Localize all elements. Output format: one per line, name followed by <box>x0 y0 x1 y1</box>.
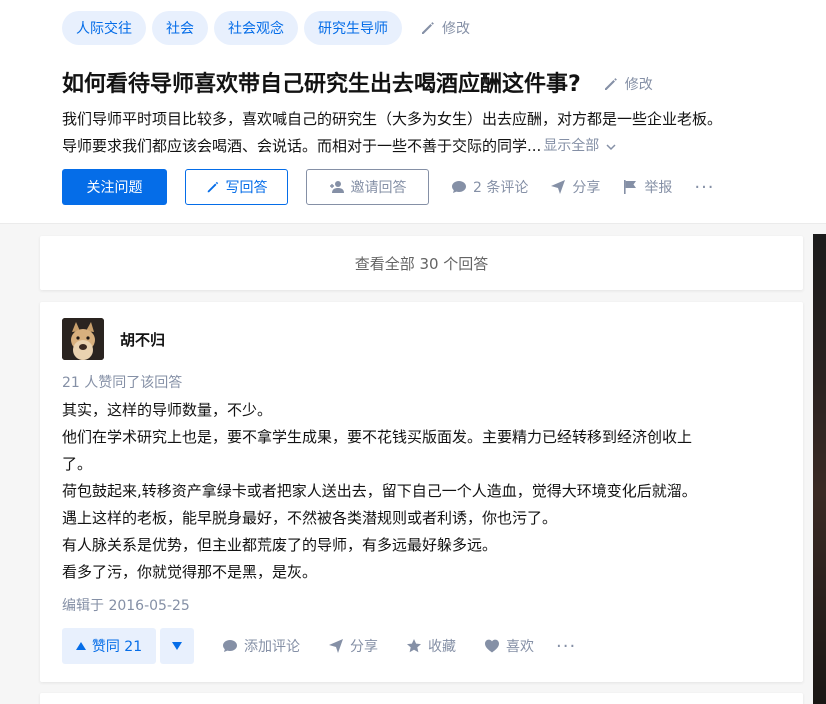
answer-content: 其实，这样的导师数量，不少。 他们在学术研究上也是，要不拿学生成果，要不花钱买版… <box>62 397 782 586</box>
upvote-count-text: 21 人赞同了该回答 <box>62 375 183 391</box>
write-answer-button[interactable]: 写回答 <box>185 169 288 205</box>
answer-paragraph: 他们在学术研究上也是，要不拿学生成果，要不花钱买版面发。主要精力已经转移到经济创… <box>62 428 693 446</box>
question-title-row: 如何看待导师喜欢带自己研究生出去喝酒应酬这件事? 修改 <box>62 66 653 98</box>
share-icon <box>551 180 566 194</box>
invite-answer-label: 邀请回答 <box>350 180 407 196</box>
answer-author: 胡不归 <box>62 318 165 360</box>
answer-actions: 赞同 21 添加评论 分享 收藏 喜欢 ··· <box>62 628 576 664</box>
pencil-icon <box>604 77 617 90</box>
flag-icon <box>624 180 637 194</box>
answer-paragraph: 了。 <box>62 455 93 473</box>
upvote-label: 赞同 21 <box>91 639 143 655</box>
upvote-button[interactable]: 赞同 21 <box>62 628 156 664</box>
view-all-answers-button[interactable]: 查看全部 30 个回答 <box>40 236 803 290</box>
comments-button[interactable]: 2 条评论 <box>451 177 528 197</box>
heart-icon <box>485 639 499 653</box>
add-comment-button[interactable]: 添加评论 <box>222 636 300 656</box>
share-icon <box>329 639 343 653</box>
collect-button[interactable]: 收藏 <box>406 636 456 656</box>
collect-label: 收藏 <box>428 639 456 655</box>
invite-answer-button[interactable]: 邀请回答 <box>306 169 429 205</box>
edit-title-button[interactable]: 修改 <box>603 74 653 94</box>
write-answer-label: 写回答 <box>225 180 268 196</box>
topic-tags: 人际交往 社会 社会观念 研究生导师 修改 <box>62 11 470 45</box>
pencil-icon <box>422 22 434 34</box>
question-actions: 关注问题 写回答 邀请回答 2 条评论 分享 举报 ··· <box>62 169 715 205</box>
answer-share-button[interactable]: 分享 <box>328 636 378 656</box>
answer-more-button[interactable]: ··· <box>556 636 576 657</box>
author-name[interactable]: 胡不归 <box>120 329 165 350</box>
question-detail: 我们导师平时项目比较多，喜欢喊自己的研究生（大多为女生）出去应酬，对方都是一些企… <box>62 106 788 160</box>
invite-user-icon <box>329 181 344 193</box>
pencil-icon <box>207 181 218 193</box>
show-all-button[interactable]: 显示全部 <box>543 133 617 160</box>
question-detail-line: 我们导师平时项目比较多，喜欢喊自己的研究生（大多为女生）出去应酬，对方都是一些企… <box>62 110 723 128</box>
answer-paragraph: 遇上这样的老板，能早脱身最好，不然被各类潜规则或者利诱，你也污了。 <box>62 509 558 527</box>
question-detail-line: 导师要求我们都应该会喝酒、会说话。而相对于一些不善于交际的同学... <box>62 137 542 155</box>
comment-icon <box>223 640 237 652</box>
downvote-button[interactable] <box>160 628 194 664</box>
answer-paragraph: 看多了污，你就觉得那不是黑，是灰。 <box>62 563 318 581</box>
report-button[interactable]: 举报 <box>622 177 672 197</box>
comment-icon <box>452 181 466 193</box>
more-options-button[interactable]: ··· <box>694 177 714 198</box>
share-label: 分享 <box>572 180 601 196</box>
answer-paragraph: 其实，这样的导师数量，不少。 <box>62 401 273 419</box>
answer-card: 胡不归 21 人赞同了该回答 其实，这样的导师数量，不少。 他们在学术研究上也是… <box>40 302 803 682</box>
edit-topics-label: 修改 <box>442 21 470 37</box>
edited-date[interactable]: 编辑于 2016-05-25 <box>62 595 190 615</box>
topic-tag[interactable]: 社会 <box>152 11 208 45</box>
edit-topics-button[interactable]: 修改 <box>420 18 470 38</box>
triangle-down-icon <box>172 642 182 650</box>
triangle-up-icon <box>75 642 86 650</box>
question-detail-line-row: 导师要求我们都应该会喝酒、会说话。而相对于一些不善于交际的同学... 显示全部 <box>62 133 788 160</box>
comments-label: 2 条评论 <box>473 180 529 196</box>
add-comment-label: 添加评论 <box>244 639 300 655</box>
answer-paragraph: 荷包鼓起来,转移资产拿绿卡或者把家人送出去，留下自己一个人造血，觉得大环境变化后… <box>62 482 697 500</box>
question-title: 如何看待导师喜欢带自己研究生出去喝酒应酬这件事? <box>62 72 581 97</box>
follow-question-button[interactable]: 关注问题 <box>62 169 167 205</box>
answer-share-label: 分享 <box>350 639 378 655</box>
star-icon <box>407 639 421 653</box>
question-header: 人际交往 社会 社会观念 研究生导师 修改 如何看待导师喜欢带自己研究生出去喝酒… <box>0 0 826 224</box>
like-button[interactable]: 喜欢 <box>484 636 534 656</box>
share-button[interactable]: 分享 <box>550 177 600 197</box>
topic-tag[interactable]: 人际交往 <box>62 11 146 45</box>
like-label: 喜欢 <box>506 639 534 655</box>
dog-avatar-image <box>62 318 104 360</box>
answer-paragraph: 有人脉关系是优势，但主业都荒废了的导师，有多远最好躲多远。 <box>62 536 498 554</box>
topic-tag[interactable]: 研究生导师 <box>304 11 402 45</box>
side-image-strip <box>813 234 826 704</box>
report-label: 举报 <box>644 180 673 196</box>
edit-title-label: 修改 <box>624 76 653 93</box>
avatar[interactable] <box>62 318 104 360</box>
chevron-down-icon <box>606 143 616 150</box>
topic-tag[interactable]: 社会观念 <box>214 11 298 45</box>
next-answer-card <box>40 693 803 704</box>
show-all-label: 显示全部 <box>543 138 600 154</box>
